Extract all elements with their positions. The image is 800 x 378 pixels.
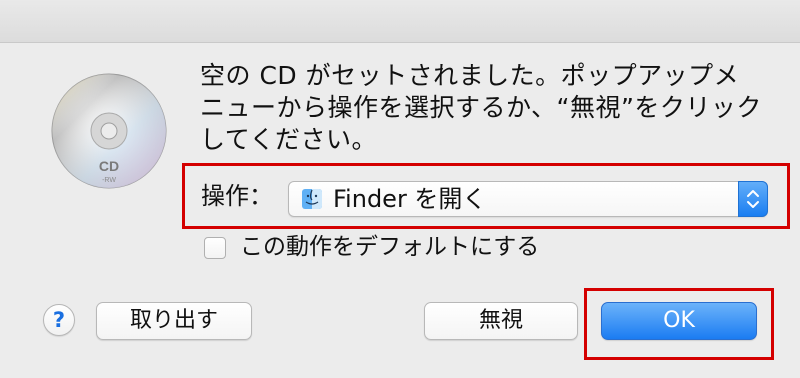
eject-button[interactable]: 取り出す <box>96 302 252 340</box>
ignore-button[interactable]: 無視 <box>424 302 578 340</box>
default-action-checkbox[interactable] <box>204 237 226 259</box>
window-titlebar <box>0 0 800 43</box>
action-label: 操作： <box>201 182 273 210</box>
cd-inserted-dialog: CD -RW 空の CD がセットされました。ポップアップメ ニューから操作を選… <box>0 0 800 378</box>
action-select[interactable]: Finder を開く <box>288 181 768 217</box>
ok-button[interactable]: OK <box>601 302 757 340</box>
default-action-checkbox-label[interactable]: この動作をデフォルトにする <box>240 231 539 263</box>
help-button[interactable]: ? <box>43 304 75 336</box>
up-down-chevron-icon[interactable] <box>738 181 768 217</box>
cd-icon-text: CD <box>99 158 119 174</box>
finder-icon <box>302 189 322 209</box>
action-select-value: Finder を開く <box>333 185 487 213</box>
dialog-message: 空の CD がセットされました。ポップアップメ ニューから操作を選択するか、“無… <box>200 61 762 154</box>
cd-icon-subtext: -RW <box>102 177 116 184</box>
cd-rw-icon: CD -RW <box>51 73 167 189</box>
